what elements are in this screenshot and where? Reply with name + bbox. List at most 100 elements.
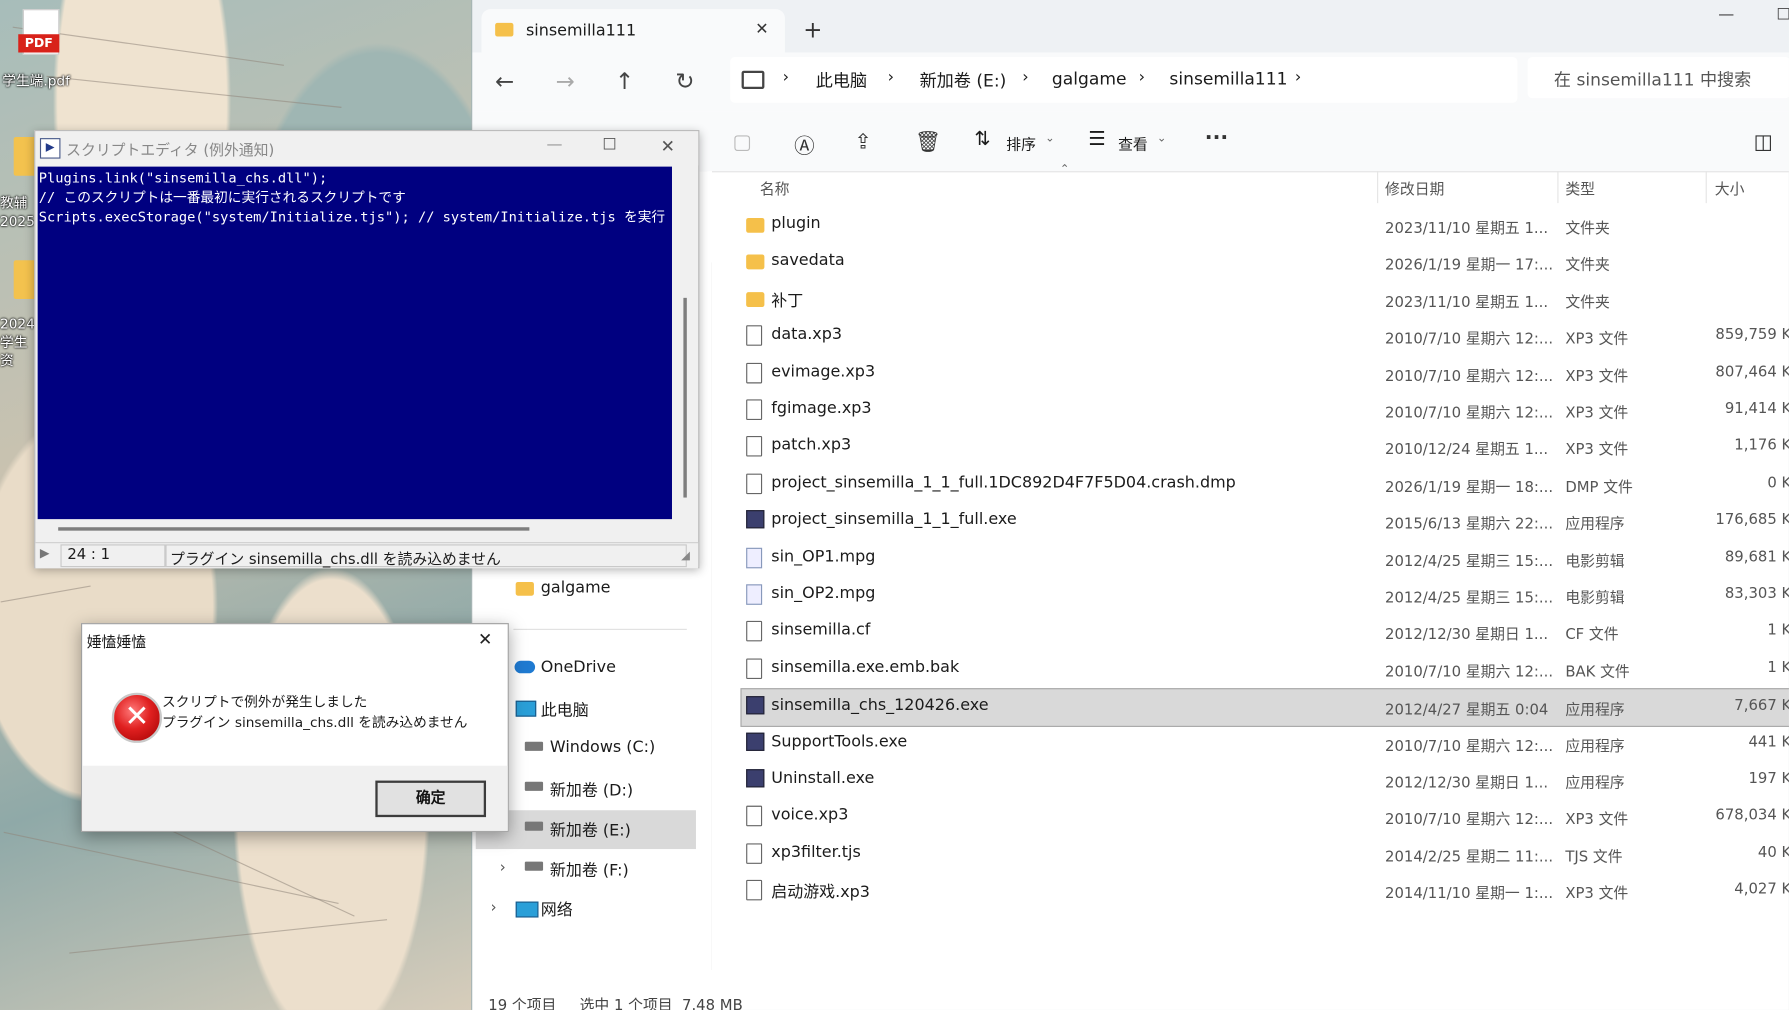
column-header-type[interactable]: 类型 (1565, 177, 1595, 198)
file-row[interactable]: sin_OP1.mpg 2012/4/25 星期三 15:... 电影剪辑 89,68… (742, 540, 1789, 577)
nav-item-drive-c[interactable]: Windows (C:) (550, 738, 655, 756)
pane-splitter[interactable] (707, 171, 712, 1010)
file-name: project_sinsemilla_1_1_full.1DC892D4F7F5… (771, 473, 1236, 492)
column-header-modified[interactable]: 修改日期 (1385, 177, 1444, 198)
file-row-selected[interactable]: sinsemilla_chs_120426.exe 2012/4/27 星期五 0… (740, 688, 1789, 728)
play-icon[interactable]: ▶ (40, 545, 50, 560)
new-tab-button[interactable]: + (803, 16, 822, 43)
app-icon (746, 696, 765, 715)
file-size: 7,667 K (1734, 697, 1789, 715)
file-row[interactable]: xp3filter.tjs 2014/2/25 星期二 11:... TJS 文件 4… (742, 836, 1789, 873)
wallpaper-line (3, 831, 339, 905)
scrollbar-thumb[interactable] (683, 297, 687, 498)
file-modified: 2010/7/10 星期六 12:... (1385, 811, 1554, 829)
editor-title-bar[interactable]: ▶ スクリプトエディタ (例外通知) — ☐ ✕ (35, 131, 699, 166)
nav-item-galgame[interactable]: galgame (541, 579, 611, 597)
delete-icon[interactable]: 🗑 (915, 130, 941, 154)
dialog-message-line-1: スクリプトで例外が発生しました (162, 693, 368, 710)
rename-icon[interactable]: Ⓐ (794, 130, 815, 160)
details-pane-icon[interactable]: ◫ (1754, 130, 1773, 154)
breadcrumb-this-pc[interactable]: 此电脑 (816, 68, 867, 92)
file-row[interactable]: Uninstall.exe 2012/12/30 星期日 1... 应用程序 197 … (742, 762, 1789, 799)
file-row[interactable]: sin_OP2.mpg 2012/4/25 星期三 15:... 电影剪辑 83,30… (742, 577, 1789, 614)
file-icon (746, 880, 763, 901)
file-icon (746, 806, 763, 827)
wallpaper-line (0, 585, 91, 603)
file-size: 176,685 K (1715, 511, 1789, 529)
cloud-icon (514, 660, 536, 674)
nav-item-network[interactable]: 网络 (541, 898, 573, 921)
column-separator[interactable] (1557, 171, 1559, 204)
file-row[interactable]: savedata 2026/1/19 星期一 17:... 文件夹 (742, 245, 1789, 282)
file-row[interactable]: plugin 2023/11/10 星期五 1... 文件夹 (742, 208, 1789, 245)
breadcrumb-sinsemilla111[interactable]: sinsemilla111 (1169, 68, 1287, 89)
paste-icon[interactable]: ▢ (732, 130, 751, 154)
file-row[interactable]: patch.xp3 2010/12/24 星期五 1... XP3 文件 1,176 … (742, 430, 1789, 467)
refresh-icon[interactable]: ↻ (675, 67, 694, 94)
nav-item-drive-e[interactable]: 新加卷 (E:) (550, 818, 631, 841)
file-icon (746, 621, 763, 642)
chevron-right-icon: › (887, 68, 895, 87)
file-modified: 2012/4/25 星期三 15:... (1385, 590, 1554, 608)
close-icon[interactable]: ✕ (478, 629, 492, 650)
file-row[interactable]: sinsemilla.cf 2012/12/30 星期日 1... CF 文件 1 K (742, 614, 1789, 651)
breadcrumb-galgame[interactable]: galgame (1052, 68, 1127, 89)
more-options-icon[interactable]: ··· (1205, 126, 1228, 150)
file-row[interactable]: project_sinsemilla_1_1_full.exe 2015/6/13… (742, 503, 1789, 540)
scrollbar-thumb[interactable] (58, 527, 530, 531)
minimize-button[interactable]: — (1718, 6, 1734, 24)
file-name: patch.xp3 (771, 436, 852, 455)
search-placeholder: 在 sinsemilla111 中搜索 (1553, 69, 1752, 91)
view-icon: ☰ (1088, 127, 1106, 151)
column-separator[interactable] (1705, 171, 1707, 204)
share-icon[interactable]: ⇪ (855, 130, 872, 154)
close-icon[interactable]: ✕ (661, 136, 675, 157)
tab-sinsemilla111[interactable]: sinsemilla111 ✕ (481, 9, 785, 53)
script-text-area[interactable]: Plugins.link("sinsemilla_chs.dll"); // こ… (37, 166, 672, 520)
maximize-button[interactable]: ☐ (1776, 6, 1789, 24)
nav-item-drive-f[interactable]: 新加卷 (F:) (550, 858, 629, 881)
forward-arrow-icon[interactable]: → (556, 67, 575, 94)
nav-item-drive-d[interactable]: 新加卷 (D:) (550, 778, 633, 801)
file-size: 1 K (1767, 622, 1789, 640)
network-icon (515, 901, 539, 918)
close-tab-icon[interactable]: ✕ (755, 21, 768, 39)
monitor-icon (515, 700, 537, 717)
minimize-button[interactable]: — (546, 136, 562, 154)
back-arrow-icon[interactable]: ← (495, 67, 514, 94)
file-row[interactable]: SupportTools.exe 2010/7/10 星期六 12:... 应用程序… (742, 725, 1789, 762)
horizontal-scrollbar[interactable] (37, 519, 677, 538)
up-arrow-icon[interactable]: ↑ (615, 67, 634, 94)
file-row[interactable]: 启动游戏.xp3 2014/11/10 星期一 1:... XP3 文件 4,027 … (742, 873, 1789, 910)
vertical-scrollbar[interactable] (676, 166, 696, 517)
ok-button[interactable]: 确定 (375, 780, 487, 818)
desktop-icon-pdf[interactable]: PDF (16, 9, 62, 68)
file-row[interactable]: voice.xp3 2010/7/10 星期六 12:... XP3 文件 678,0… (742, 799, 1789, 836)
maximize-button[interactable]: ☐ (602, 136, 616, 154)
file-row[interactable]: evimage.xp3 2010/7/10 星期六 12:... XP3 文件 807… (742, 356, 1789, 393)
resize-grip-icon[interactable]: ◢ (681, 550, 690, 563)
file-modified: 2010/7/10 星期六 12:... (1385, 331, 1554, 349)
address-bar[interactable]: › 此电脑 › 新加卷 (E:) › galgame › sinsemilla1… (730, 57, 1518, 103)
script-editor-window: ▶ スクリプトエディタ (例外通知) — ☐ ✕ Plugins.link("s… (34, 130, 700, 569)
nav-item-this-pc[interactable]: 此电脑 (541, 698, 589, 721)
file-name: SupportTools.exe (771, 732, 908, 751)
file-row[interactable]: data.xp3 2010/7/10 星期六 12:... XP3 文件 859,75… (742, 319, 1789, 356)
editor-status-bar: ▶ 24 : 1 プラグイン sinsemilla_chs.dll を読み込めま… (35, 542, 699, 569)
file-row[interactable]: fgimage.xp3 2010/7/10 星期六 12:... XP3 文件 91,… (742, 393, 1789, 430)
column-separator[interactable] (1377, 171, 1379, 204)
column-header-size[interactable]: 大小 (1715, 177, 1745, 198)
column-header-name[interactable]: 名称 (760, 177, 790, 198)
file-size: 678,034 K (1715, 807, 1789, 825)
file-modified: 2026/1/19 星期一 18:... (1385, 479, 1554, 497)
nav-item-onedrive[interactable]: OneDrive (541, 658, 616, 676)
chevron-right-icon[interactable]: › (491, 899, 497, 916)
file-row[interactable]: 补丁 2023/11/10 星期五 1... 文件夹 (742, 282, 1789, 319)
file-modified: 2026/1/19 星期一 17:... (1385, 257, 1554, 275)
breadcrumb-drive-e[interactable]: 新加卷 (E:) (920, 68, 1007, 92)
file-row[interactable]: sinsemilla.exe.emb.bak 2010/7/10 星期六 12:.… (742, 651, 1789, 688)
chevron-right-icon[interactable]: › (500, 859, 506, 876)
file-name: evimage.xp3 (771, 362, 876, 381)
file-row[interactable]: project_sinsemilla_1_1_full.1DC892D4F7F5… (742, 467, 1789, 504)
search-box[interactable]: 在 sinsemilla111 中搜索 (1527, 57, 1789, 99)
